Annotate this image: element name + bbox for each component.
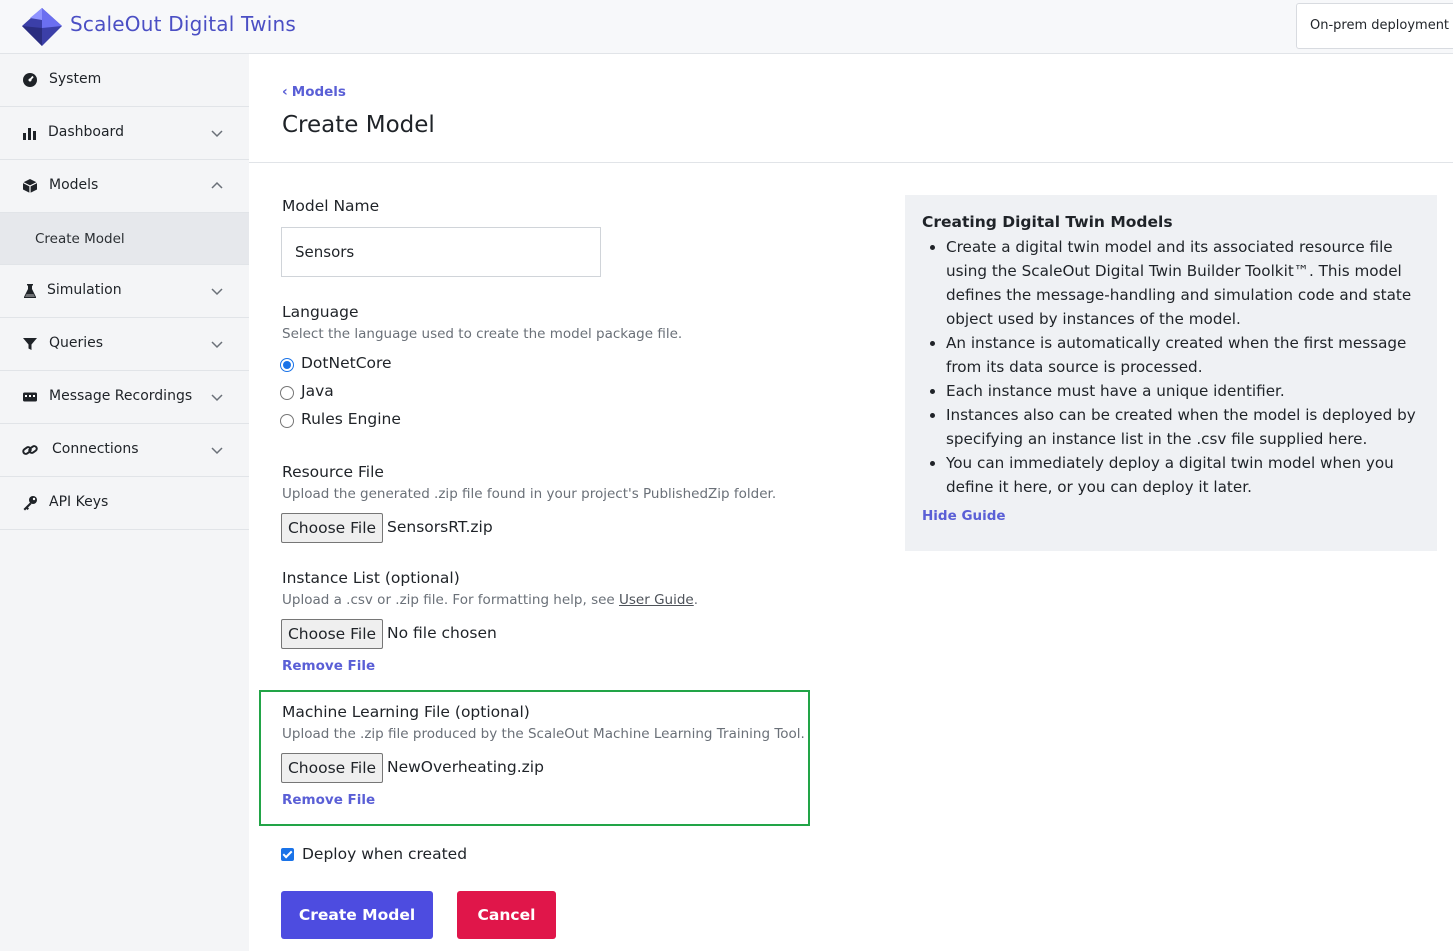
bar-chart-icon	[23, 128, 36, 140]
chevron-down-icon[interactable]	[210, 443, 224, 457]
radio-label: Java	[301, 382, 334, 400]
chevron-left-icon: ‹	[282, 84, 288, 100]
instance-list-help-suffix: .	[693, 592, 699, 608]
guide-item: Instances also can be created when the m…	[922, 403, 1422, 451]
guide-title: Creating Digital Twin Models	[922, 213, 1173, 231]
guide-panel: Creating Digital Twin Models Create a di…	[905, 195, 1437, 551]
chevron-down-icon[interactable]	[210, 390, 224, 404]
ml-file-label: Machine Learning File (optional)	[282, 703, 530, 721]
sidebar-item-create-model[interactable]: Create Model	[0, 213, 249, 265]
sidebar-item-dashboard[interactable]: Dashboard	[0, 107, 249, 160]
sidebar-item-connections[interactable]: Connections	[0, 424, 249, 477]
hide-guide-link[interactable]: Hide Guide	[922, 508, 1006, 524]
resource-file-choose-button[interactable]: Choose File	[281, 513, 383, 543]
user-guide-link[interactable]: User Guide	[619, 592, 694, 608]
breadcrumb-label: Models	[291, 84, 346, 100]
radio-label: DotNetCore	[301, 354, 392, 372]
resource-file-name: SensorsRT.zip	[387, 518, 493, 536]
radio-button[interactable]	[280, 386, 294, 400]
model-name-label: Model Name	[282, 197, 380, 215]
sidebar-item-label: System	[49, 71, 102, 87]
resource-file-label: Resource File	[282, 463, 384, 481]
sidebar-item-label: Message Recordings	[49, 388, 193, 404]
model-name-input[interactable]	[281, 227, 601, 277]
breadcrumb-models[interactable]: ‹ Models	[282, 84, 346, 100]
create-model-button[interactable]: Create Model	[281, 891, 433, 939]
cube-icon	[22, 179, 38, 193]
sidebar: System Dashboard Models Create Model Sim…	[0, 54, 249, 951]
sidebar-item-label: Create Model	[35, 231, 125, 247]
ml-file-choose-button[interactable]: Choose File	[281, 753, 383, 783]
logo-icon	[22, 8, 62, 46]
sidebar-item-message-recordings[interactable]: Message Recordings	[0, 371, 249, 424]
sidebar-item-label: Models	[49, 177, 99, 193]
sidebar-item-models[interactable]: Models	[0, 160, 249, 213]
ml-file-help: Upload the .zip file produced by the Sca…	[282, 726, 805, 742]
flask-icon	[24, 284, 36, 298]
radio-label: Rules Engine	[301, 410, 401, 428]
instance-list-file-name: No file chosen	[387, 624, 497, 642]
chevron-down-icon[interactable]	[210, 284, 224, 298]
sidebar-item-label: Simulation	[47, 282, 122, 298]
ml-file-name: NewOverheating.zip	[387, 758, 544, 776]
guide-item: Create a digital twin model and its asso…	[922, 235, 1422, 331]
sidebar-item-api-keys[interactable]: API Keys	[0, 477, 249, 530]
deployment-selector[interactable]: On-prem deployment	[1296, 3, 1453, 49]
deploy-checkbox[interactable]	[281, 848, 294, 861]
sidebar-item-label: Dashboard	[48, 124, 124, 140]
ml-file-remove-button[interactable]: Remove File	[282, 792, 375, 808]
sidebar-item-label: Queries	[49, 335, 104, 351]
key-icon	[23, 496, 37, 511]
recording-icon	[23, 392, 37, 402]
guide-list: Create a digital twin model and its asso…	[922, 235, 1422, 499]
sidebar-item-label: API Keys	[49, 494, 109, 510]
instance-list-choose-button[interactable]: Choose File	[281, 619, 383, 649]
guide-item: You can immediately deploy a digital twi…	[922, 451, 1422, 499]
chevron-down-icon[interactable]	[210, 126, 224, 140]
gauge-icon	[23, 73, 37, 87]
deploy-checkbox-label: Deploy when created	[302, 845, 468, 863]
sidebar-item-queries[interactable]: Queries	[0, 318, 249, 371]
sidebar-item-system[interactable]: System	[0, 54, 249, 107]
deployment-label: On-prem deployment	[1310, 18, 1450, 33]
guide-item: Each instance must have a unique identif…	[922, 379, 1422, 403]
main-content: ‹Models Create Model Model Name Language…	[249, 54, 1453, 951]
language-help: Select the language used to create the m…	[282, 326, 683, 342]
guide-item: An instance is automatically created whe…	[922, 331, 1422, 379]
funnel-icon	[23, 338, 37, 350]
instance-list-help: Upload a .csv or .zip file. For formatti…	[282, 592, 698, 608]
instance-list-help-text: Upload a .csv or .zip file. For formatti…	[282, 592, 620, 608]
top-bar: ScaleOut Digital Twins On-prem deploymen…	[0, 0, 1453, 54]
cancel-button[interactable]: Cancel	[457, 891, 556, 939]
link-icon	[22, 445, 38, 455]
instance-list-remove-button[interactable]: Remove File	[282, 658, 375, 674]
radio-button-selected[interactable]	[280, 358, 294, 372]
language-label: Language	[282, 303, 359, 321]
instance-list-label: Instance List (optional)	[282, 569, 460, 587]
app-title[interactable]: ScaleOut Digital Twins	[70, 12, 296, 36]
sidebar-item-label: Connections	[52, 441, 139, 457]
divider	[249, 162, 1453, 163]
chevron-down-icon[interactable]	[210, 337, 224, 351]
page-title: Create Model	[282, 112, 435, 138]
radio-button[interactable]	[280, 414, 294, 428]
resource-file-help: Upload the generated .zip file found in …	[282, 486, 777, 502]
chevron-up-icon[interactable]	[210, 179, 224, 193]
sidebar-item-simulation[interactable]: Simulation	[0, 265, 249, 318]
